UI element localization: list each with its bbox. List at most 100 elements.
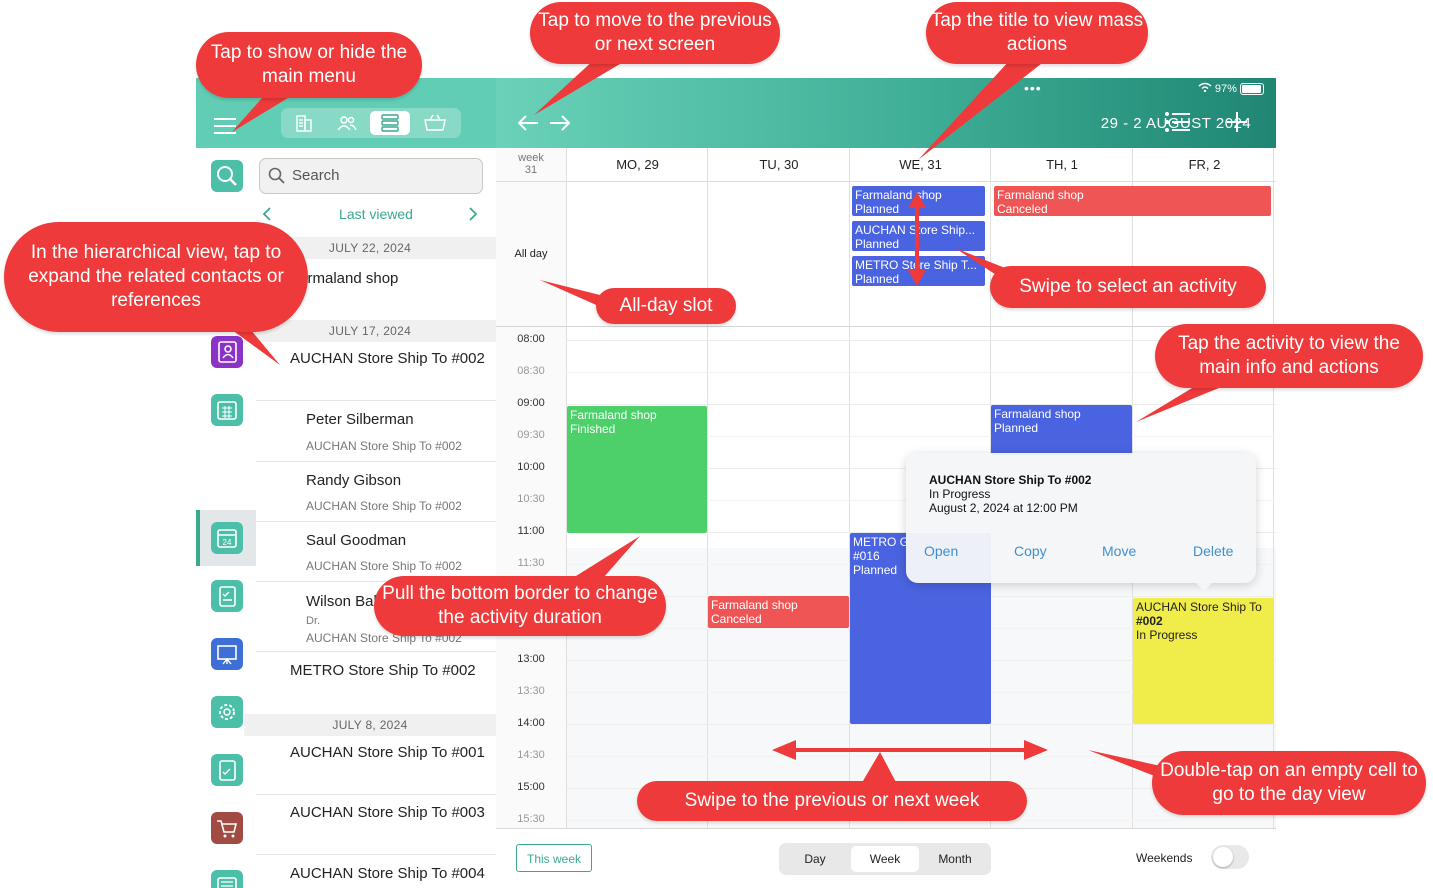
- forward-arrow-icon[interactable]: [548, 114, 572, 137]
- rail-selection-bar: [196, 510, 200, 566]
- event-status: Planned: [855, 202, 900, 216]
- menu-icon[interactable]: [214, 118, 236, 134]
- object-type-segmented-control[interactable]: [281, 108, 461, 138]
- checklist-icon[interactable]: [211, 754, 243, 786]
- settings-icon[interactable]: [211, 696, 243, 728]
- popup-delete-button[interactable]: Delete: [1193, 543, 1233, 559]
- list-item[interactable]: AUCHAN Store Ship To #003: [290, 804, 485, 822]
- popup-status: In Progress: [929, 487, 991, 501]
- event-title: METRO G: [853, 535, 909, 549]
- divider: [256, 794, 496, 795]
- event-title: Farmaland shop: [997, 188, 1084, 202]
- list-icon: [381, 114, 399, 132]
- calendar-grid-icon[interactable]: [211, 394, 243, 426]
- popup-title: AUCHAN Store Ship To #002: [929, 473, 1092, 487]
- time-label: 14:30: [517, 749, 545, 761]
- back-arrow-icon[interactable]: [516, 114, 540, 137]
- view-day-option[interactable]: Day: [781, 846, 849, 872]
- chevron-right-icon[interactable]: [468, 206, 478, 225]
- list-item[interactable]: Randy Gibson: [306, 472, 401, 490]
- all-day-label: All day: [514, 248, 548, 260]
- column-divider: [707, 148, 708, 828]
- time-label: 08:30: [517, 365, 545, 377]
- divider: [256, 400, 496, 401]
- list-nav-label: Last viewed: [339, 206, 413, 222]
- weekends-toggle[interactable]: [1211, 845, 1249, 869]
- list-item[interactable]: Peter Silberman: [306, 411, 414, 429]
- view-segmented-control[interactable]: Day Week Month: [779, 843, 991, 875]
- header-divider: [496, 181, 1276, 182]
- activity-popup: AUCHAN Store Ship To #002 In Progress Au…: [906, 453, 1256, 591]
- all-day-event[interactable]: AUCHAN Store Ship... Planned: [852, 221, 985, 251]
- view-week-option[interactable]: Week: [851, 846, 919, 872]
- callout-double-tap: Double-tap on an empty cell to go to the…: [1152, 751, 1426, 815]
- event-status: Planned: [994, 421, 1039, 435]
- clipboard-icon[interactable]: [211, 580, 243, 612]
- calendar-event[interactable]: Farmaland shop Canceled: [708, 596, 849, 628]
- search-placeholder: Search: [292, 167, 340, 184]
- popup-copy-button[interactable]: Copy: [1014, 543, 1047, 559]
- list-nav: Last viewed: [256, 206, 496, 228]
- date-header: JULY 8, 2024: [244, 714, 496, 736]
- callout-allday: All-day slot: [596, 288, 736, 324]
- mass-actions-list-icon[interactable]: [1164, 110, 1190, 139]
- multitasking-dots: •••: [1024, 80, 1042, 96]
- calendar-24-icon[interactable]: 24: [211, 522, 243, 554]
- list-item[interactable]: Saul Goodman: [306, 532, 406, 550]
- popup-move-button[interactable]: Move: [1102, 543, 1136, 559]
- list-item[interactable]: Wilson Bal: [306, 593, 377, 611]
- view-month-option[interactable]: Month: [921, 846, 989, 872]
- callout-swipe-week: Swipe to the previous or next week: [637, 781, 1027, 821]
- list-item[interactable]: AUCHAN Store Ship To #004: [290, 865, 485, 883]
- calendar-event[interactable]: Farmaland shop Planned: [991, 405, 1132, 455]
- all-day-event[interactable]: METRO Store Ship T... Planned: [852, 256, 985, 286]
- time-label: 11:30: [517, 557, 545, 569]
- time-label: 09:00: [517, 397, 545, 409]
- battery-icon: [1240, 83, 1264, 96]
- day-header[interactable]: FR, 2: [1133, 148, 1276, 182]
- basket-icon: [424, 114, 446, 131]
- time-gridline: [567, 404, 1276, 405]
- divider: [256, 651, 496, 652]
- day-header[interactable]: TH, 1: [991, 148, 1133, 182]
- all-day-event[interactable]: Farmaland shop Planned: [852, 186, 985, 216]
- day-header[interactable]: WE, 31: [850, 148, 991, 182]
- calendar-event[interactable]: Farmaland shop Finished: [567, 406, 707, 533]
- news-icon[interactable]: [211, 870, 243, 888]
- calendar-footer: This week Day Week Month Weekends: [496, 828, 1276, 888]
- event-title: Farmaland shop: [711, 598, 798, 612]
- event-title: Farmaland shop: [570, 408, 657, 422]
- list-item[interactable]: AUCHAN Store Ship To #001: [290, 744, 485, 762]
- time-label: 10:30: [517, 493, 545, 505]
- time-gridline: [567, 724, 1276, 725]
- event-line2: #002: [1136, 614, 1163, 628]
- all-day-event[interactable]: Farmaland shop Canceled: [994, 186, 1271, 216]
- segment-companies[interactable]: [284, 111, 324, 135]
- day-header[interactable]: MO, 29: [567, 148, 708, 182]
- calendar-event[interactable]: AUCHAN Store Ship To #002 In Progress: [1133, 598, 1274, 724]
- day-header[interactable]: TU, 30: [708, 148, 850, 182]
- search-input[interactable]: Search: [259, 158, 483, 194]
- weekends-label: Weekends: [1136, 851, 1193, 865]
- list-item[interactable]: AUCHAN Store Ship To #002: [290, 350, 485, 368]
- search-icon[interactable]: [211, 160, 243, 192]
- presentation-icon[interactable]: [211, 638, 243, 670]
- add-icon[interactable]: [1226, 111, 1248, 138]
- list-item-subtitle: AUCHAN Store Ship To #002: [306, 559, 462, 573]
- segment-list[interactable]: [370, 111, 410, 135]
- popup-datetime: August 2, 2024 at 12:00 PM: [929, 501, 1078, 515]
- popup-arrow: [1194, 581, 1214, 591]
- cart-icon[interactable]: [211, 812, 243, 844]
- segment-contacts[interactable]: [327, 111, 367, 135]
- list-item[interactable]: METRO Store Ship To #002: [290, 662, 476, 680]
- contacts-book-icon[interactable]: [211, 336, 243, 368]
- segment-orders[interactable]: [415, 111, 455, 135]
- event-status: Canceled: [711, 612, 762, 626]
- event-title: AUCHAN Store Ship...: [855, 223, 976, 237]
- people-icon: [337, 116, 357, 131]
- list-item-subtitle: AUCHAN Store Ship To #002: [306, 499, 462, 513]
- building-icon: [296, 115, 312, 132]
- this-week-button[interactable]: This week: [516, 844, 592, 872]
- callout-title: Tap the title to view mass actions: [926, 2, 1148, 64]
- popup-open-button[interactable]: Open: [924, 543, 958, 559]
